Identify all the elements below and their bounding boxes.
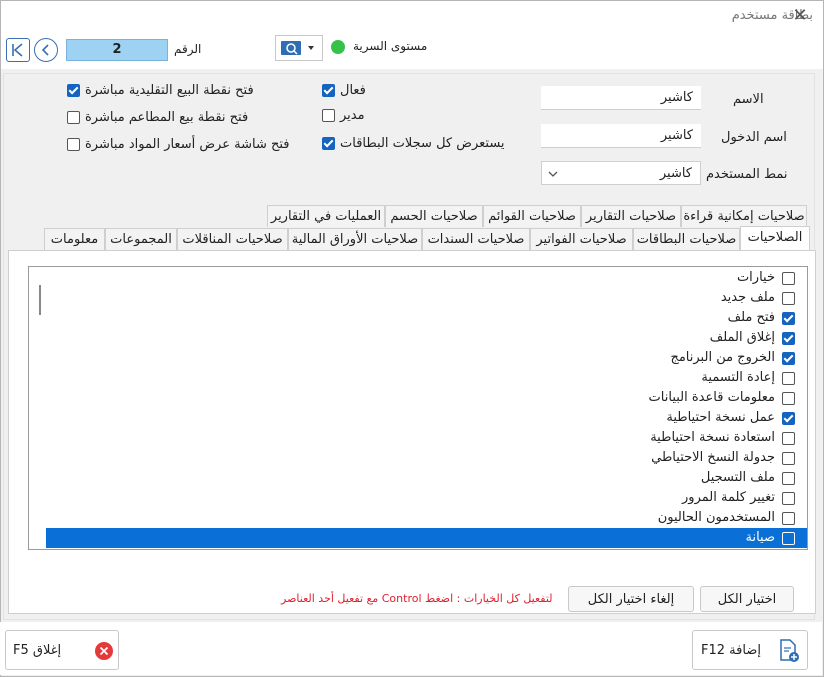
tab-report-permissions[interactable]: صلاحيات التقارير xyxy=(581,205,681,227)
list-item[interactable]: صيانة xyxy=(46,528,807,548)
list-item[interactable]: الخروج من البرنامج xyxy=(46,348,807,368)
permission-label: استعادة نسخة احتياطية xyxy=(650,430,775,445)
scroll-thumb[interactable] xyxy=(39,285,41,315)
permission-checkbox[interactable] xyxy=(782,372,795,385)
permission-checkbox[interactable] xyxy=(782,452,795,465)
record-number-label: الرقم xyxy=(174,42,202,56)
name-label: الاسم xyxy=(733,92,764,107)
select-all-button[interactable]: اختيار الكل xyxy=(700,586,794,612)
open-restaurant-label: فتح نقطة بيع المطاعم مباشرة xyxy=(85,110,249,125)
close-button-label: إغلاق F5 xyxy=(13,643,62,658)
open-prices-label: فتح شاشة عرض أسعار المواد مباشرة xyxy=(85,137,290,152)
list-item[interactable]: خيارات xyxy=(46,268,807,288)
permission-label: إغلاق الملف xyxy=(709,330,775,345)
open-prices-checkbox[interactable] xyxy=(67,138,80,151)
permission-checkbox[interactable] xyxy=(782,472,795,485)
title-bar: بطاقة مستخدم ✕ xyxy=(1,1,823,33)
permissions-list[interactable]: خيارات ملف جديد فتح ملف إغلاق الملف الخروج م… xyxy=(28,266,808,550)
open-restaurant-checkbox[interactable] xyxy=(67,111,80,124)
security-level-label: مستوى السرية xyxy=(353,39,428,53)
permission-label: المستخدمون الحاليون xyxy=(657,510,775,525)
open-pos-checkbox[interactable] xyxy=(67,84,80,97)
list-item[interactable]: إغلاق الملف xyxy=(46,328,807,348)
list-item[interactable]: إعادة التسمية xyxy=(46,368,807,388)
tab-information[interactable]: معلومات xyxy=(44,228,105,250)
user-type-label: نمط المستخدم xyxy=(706,167,788,182)
permission-checkbox[interactable] xyxy=(782,312,795,325)
active-label: فعال xyxy=(340,83,366,98)
tab-groups[interactable]: المجموعات xyxy=(105,228,177,250)
user-type-select[interactable]: كاشير xyxy=(541,161,701,185)
manager-checkbox[interactable] xyxy=(322,109,335,122)
list-item[interactable]: تغيير كلمة المرور xyxy=(46,488,807,508)
add-document-icon xyxy=(780,639,799,662)
add-button[interactable]: إضافة F12 xyxy=(692,630,808,670)
chevron-left-icon xyxy=(41,44,49,56)
browse-all-checkbox[interactable] xyxy=(322,137,335,150)
permission-label: صيانة xyxy=(745,530,775,545)
login-name-label: اسم الدخول xyxy=(721,130,787,145)
search-dropdown-button[interactable] xyxy=(275,35,323,61)
tab-securities-permissions[interactable]: صلاحيات الأوراق المالية xyxy=(288,228,422,250)
list-item[interactable]: المستخدمون الحاليون xyxy=(46,508,807,528)
permission-label: معلومات قاعدة البيانات xyxy=(648,390,775,405)
previous-record-button[interactable] xyxy=(34,38,58,62)
permission-checkbox[interactable] xyxy=(782,532,795,545)
permission-label: فتح ملف xyxy=(727,310,775,325)
browse-all-label: يستعرض كل سجلات البطاقات xyxy=(340,136,505,151)
permission-label: ملف التسجيل xyxy=(700,470,775,485)
permission-label: جدولة النسخ الاحتياطي xyxy=(651,450,775,465)
permission-label: عمل نسخة احتياطية xyxy=(666,410,775,425)
permission-label: ملف جديد xyxy=(720,290,775,305)
permission-checkbox[interactable] xyxy=(782,292,795,305)
list-item[interactable]: ملف جديد xyxy=(46,288,807,308)
skip-first-icon xyxy=(12,43,23,57)
active-checkbox[interactable] xyxy=(322,84,335,97)
permission-checkbox[interactable] xyxy=(782,412,795,425)
list-item[interactable]: عمل نسخة احتياطية xyxy=(46,408,807,428)
tab-voucher-permissions[interactable]: صلاحيات السندات xyxy=(422,228,530,250)
list-item[interactable]: ملف التسجيل xyxy=(46,468,807,488)
close-icon[interactable]: ✕ xyxy=(789,6,811,28)
permission-label: خيارات xyxy=(736,270,775,285)
manager-label: مدير xyxy=(340,108,365,123)
list-item[interactable]: استعادة نسخة احتياطية xyxy=(46,428,807,448)
chevron-down-icon xyxy=(548,171,558,177)
close-circle-icon xyxy=(95,642,113,660)
first-record-button[interactable] xyxy=(6,38,30,62)
search-folder-icon xyxy=(281,41,314,55)
tab-permissions[interactable]: الصلاحيات xyxy=(740,226,810,251)
permission-label: الخروج من البرنامج xyxy=(670,350,775,365)
tab-read-permissions[interactable]: صلاحيات إمكانية قراءة xyxy=(681,205,807,227)
permission-checkbox[interactable] xyxy=(782,512,795,525)
permission-label: تغيير كلمة المرور xyxy=(682,490,775,505)
list-item[interactable]: فتح ملف xyxy=(46,308,807,328)
add-button-label: إضافة F12 xyxy=(701,643,761,658)
tab-invoice-permissions[interactable]: صلاحيات الفواتير xyxy=(530,228,633,250)
permission-label: إعادة التسمية xyxy=(701,370,775,385)
permission-checkbox[interactable] xyxy=(782,432,795,445)
permission-checkbox[interactable] xyxy=(782,332,795,345)
permission-checkbox[interactable] xyxy=(782,492,795,505)
tab-transfer-permissions[interactable]: صلاحيات المناقلات xyxy=(177,228,288,250)
user-type-value: كاشير xyxy=(659,166,692,181)
list-item[interactable]: معلومات قاعدة البيانات xyxy=(46,388,807,408)
tab-menu-permissions[interactable]: صلاحيات القوائم xyxy=(483,205,581,227)
permission-checkbox[interactable] xyxy=(782,272,795,285)
security-status-indicator xyxy=(331,40,345,54)
list-item[interactable]: جدولة النسخ الاحتياطي xyxy=(46,448,807,468)
deselect-all-button[interactable]: إلغاء اختيار الكل xyxy=(568,586,694,612)
tab-report-operations[interactable]: العمليات في التقارير xyxy=(267,205,385,227)
close-button[interactable]: إغلاق F5 xyxy=(5,630,119,670)
permission-checkbox[interactable] xyxy=(782,392,795,405)
control-key-hint: لتفعيل كل الخيارات : اضغط Control مع تفع… xyxy=(281,592,553,605)
login-name-input[interactable]: كاشير xyxy=(541,124,701,148)
permission-checkbox[interactable] xyxy=(782,352,795,365)
name-input[interactable]: كاشير xyxy=(541,86,701,110)
record-number-field[interactable]: 2 xyxy=(66,39,168,61)
open-pos-label: فتح نقطة البيع التقليدية مباشرة xyxy=(85,83,254,98)
tab-discount-permissions[interactable]: صلاحيات الحسم xyxy=(385,205,483,227)
tab-card-permissions[interactable]: صلاحيات البطاقات xyxy=(633,228,740,250)
